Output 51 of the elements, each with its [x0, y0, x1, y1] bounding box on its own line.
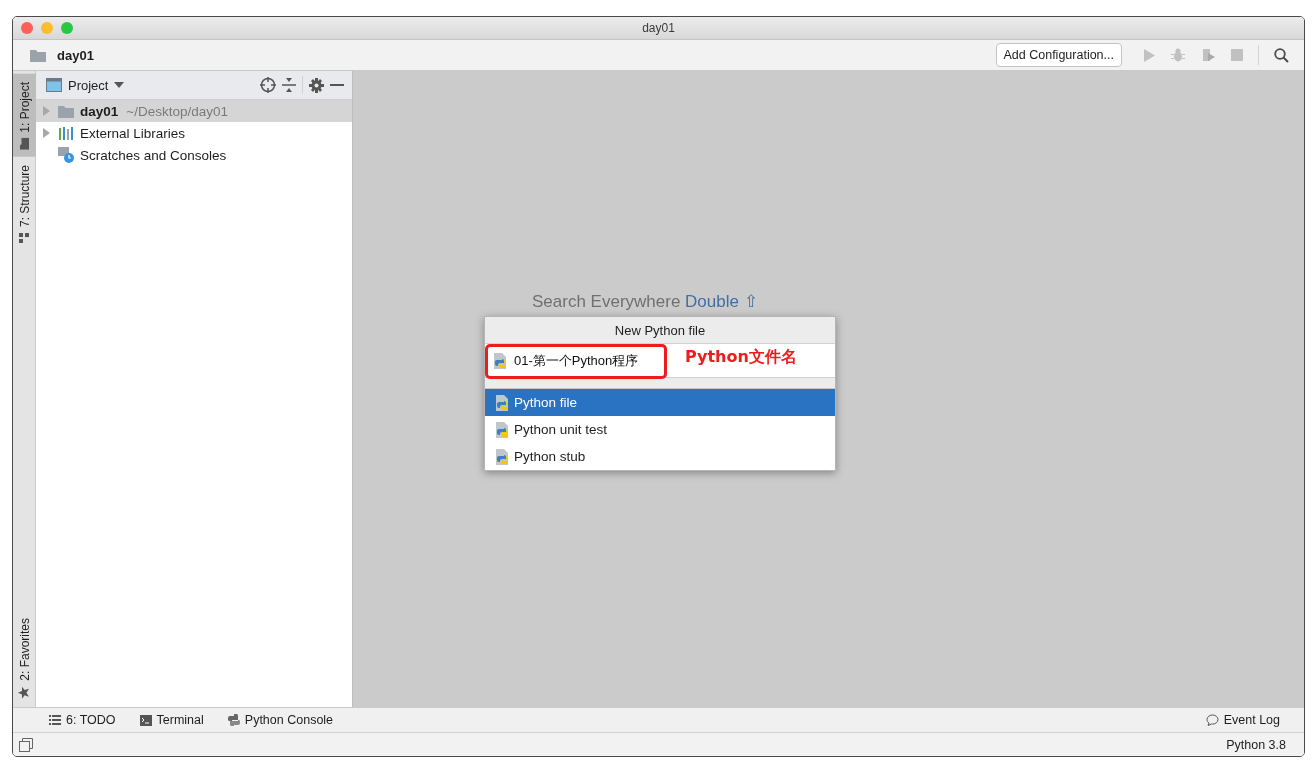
tool-window-button[interactable]: Terminal: [139, 713, 204, 727]
add-configuration-button[interactable]: Add Configuration...: [995, 43, 1122, 67]
run-icon[interactable]: [1143, 48, 1155, 62]
file-type-option[interactable]: Python stub: [485, 443, 835, 470]
event-log-button[interactable]: Event Log: [1205, 713, 1280, 727]
tree-item[interactable]: Scratches and Consoles: [36, 144, 352, 166]
locate-icon[interactable]: [260, 77, 276, 93]
tree-item[interactable]: day01 ~/Desktop/day01: [36, 100, 352, 122]
expand-arrow-icon[interactable]: [42, 128, 50, 138]
library-icon: [59, 126, 73, 140]
coverage-icon[interactable]: [1201, 48, 1215, 62]
bug-icon[interactable]: [1171, 48, 1185, 62]
python-file-icon: [495, 421, 510, 438]
tool-window-tab[interactable]: 1: Project: [13, 74, 36, 157]
annotation-label: Python文件名: [685, 347, 797, 368]
folder-icon: [19, 137, 30, 150]
search-everywhere-hint: Search Everywhere Double ⇧: [532, 291, 758, 312]
search-icon[interactable]: [1274, 47, 1289, 63]
window-title: day01: [642, 21, 675, 35]
close-button[interactable]: [21, 22, 33, 34]
tool-windows-icon[interactable]: [19, 737, 33, 752]
speech-bubble-icon: [1205, 714, 1219, 726]
python-icon: [227, 714, 240, 726]
file-type-option[interactable]: Python unit test: [485, 416, 835, 443]
tool-window-tab[interactable]: 2: Favorites: [13, 610, 36, 707]
tree-item[interactable]: External Libraries: [36, 122, 352, 144]
list-icon: [49, 715, 61, 725]
star-icon: [18, 687, 31, 699]
python-file-icon: [493, 352, 508, 369]
project-view-icon: [46, 78, 62, 92]
tool-window-button[interactable]: 6: TODO: [49, 713, 116, 727]
collapse-all-icon[interactable]: [282, 77, 296, 93]
minimize-button[interactable]: [41, 22, 53, 34]
folder-icon: [30, 48, 46, 62]
folder-icon: [58, 104, 74, 118]
python-file-icon: [495, 394, 510, 411]
caret-icon[interactable]: [114, 82, 125, 88]
python-file-icon: [495, 448, 510, 465]
dialog-title: New Python file: [485, 317, 835, 344]
scratch-icon: [58, 147, 74, 163]
settings-icon[interactable]: [309, 77, 324, 93]
zoom-button[interactable]: [61, 22, 73, 34]
file-type-option[interactable]: Python file: [485, 389, 835, 416]
structure-icon: [19, 232, 30, 243]
panel-title: Project: [68, 77, 109, 93]
expand-arrow-icon[interactable]: [42, 106, 50, 116]
tool-window-button[interactable]: Python Console: [227, 713, 334, 727]
tool-window-tab[interactable]: 7: Structure: [13, 156, 36, 251]
project-name: day01: [57, 47, 94, 63]
terminal-icon: [139, 714, 152, 726]
interpreter-label[interactable]: Python 3.8: [1226, 737, 1286, 752]
